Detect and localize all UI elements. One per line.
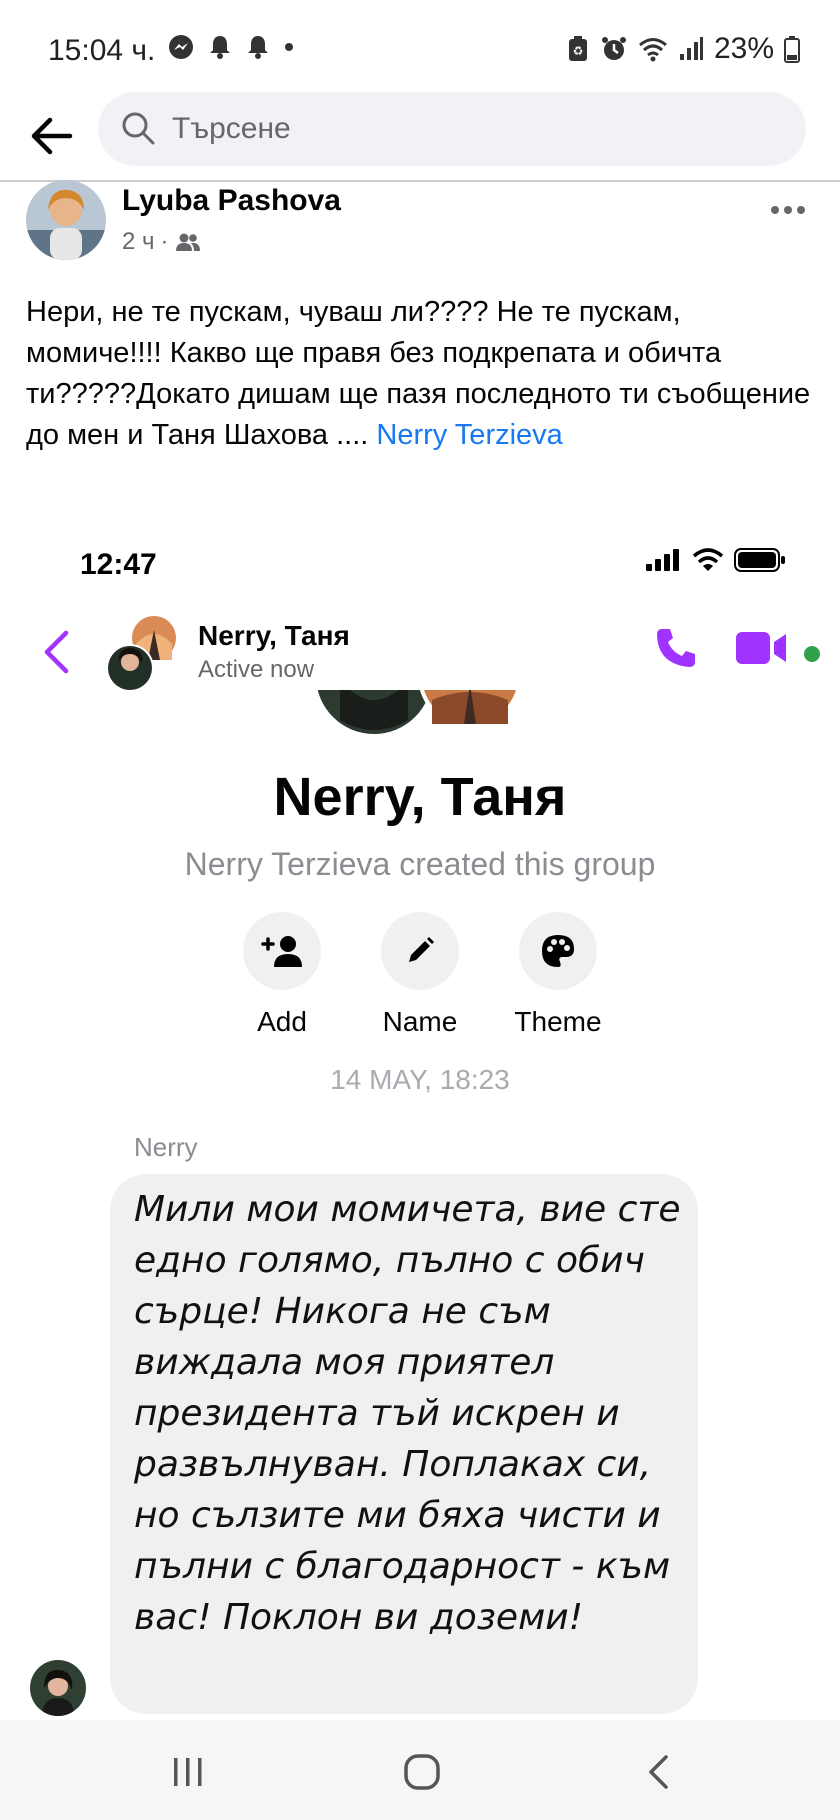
group-photo-large	[312, 690, 528, 746]
chevron-left-icon	[44, 630, 69, 674]
message-date: 14 MAY, 18:23	[330, 1064, 510, 1095]
wifi-icon	[692, 548, 724, 571]
message-text: Мили мои момичета, вие сте едно голямо, …	[134, 1189, 681, 1638]
group-avatars	[104, 614, 184, 694]
navigation-bar	[0, 1720, 840, 1820]
battery-icon	[734, 548, 785, 572]
search-input[interactable]: Търсене	[98, 92, 806, 166]
battery-saver-icon: ♻	[568, 36, 587, 61]
post-text: Нери, не те пускам, чуваш ли???? Не те п…	[26, 292, 816, 456]
more-options-button[interactable]	[770, 186, 806, 225]
post-time[interactable]: 2 ч	[122, 228, 155, 256]
palette-icon	[519, 912, 597, 990]
more-icon	[771, 206, 805, 214]
video-call-button[interactable]	[736, 630, 792, 671]
group-photo-image	[317, 690, 521, 734]
phone-icon	[657, 629, 695, 667]
signal-icon	[679, 37, 703, 60]
tagged-user-link[interactable]: Nerry Terzieva	[376, 419, 562, 451]
online-indicator	[804, 646, 820, 662]
back-button[interactable]	[22, 106, 82, 166]
meta-separator: ·	[160, 228, 169, 255]
friends-audience-icon	[175, 233, 200, 251]
name-group-action[interactable]: Name	[350, 912, 490, 1038]
battery-percent: 23%	[713, 32, 774, 65]
bell-icon	[210, 36, 230, 59]
sender-name: Nerry	[134, 1132, 198, 1162]
svg-text:♻: ♻	[573, 44, 584, 58]
bell-icon	[248, 36, 268, 59]
chat-active-status: Active now	[198, 656, 315, 683]
group-title: Nerry, Таня	[273, 767, 567, 827]
message-bubble[interactable]: Мили мои момичета, вие сте едно голямо, …	[110, 1174, 698, 1714]
nav-back-button[interactable]	[618, 1750, 698, 1794]
chat-back-button[interactable]	[42, 630, 70, 679]
notification-icons	[168, 34, 294, 60]
call-button[interactable]	[654, 626, 698, 675]
theme-label: Theme	[514, 1006, 602, 1037]
wifi-icon	[638, 38, 667, 62]
messenger-icon	[169, 35, 193, 59]
status-time: 15:04 ч.	[48, 34, 156, 67]
chat-name: Nerry, Таня	[198, 620, 350, 651]
group-avatar-image	[106, 616, 176, 692]
system-icons: ♻ 23%	[566, 32, 800, 66]
post-meta: 2 ч ·	[122, 228, 201, 256]
home-button[interactable]	[382, 1750, 462, 1794]
home-icon	[404, 1754, 440, 1790]
recent-apps-icon	[174, 1758, 202, 1786]
theme-action[interactable]: Theme	[488, 912, 628, 1038]
arrow-left-icon	[31, 117, 73, 155]
add-person-icon	[243, 912, 321, 990]
pencil-icon	[381, 912, 459, 990]
chevron-left-icon	[649, 1755, 668, 1789]
author-avatar[interactable]	[26, 180, 106, 260]
dot-icon	[285, 43, 293, 51]
group-created-text: Nerry Terzieva created this group	[184, 846, 656, 882]
alarm-icon	[601, 37, 626, 60]
search-header: Търсене	[0, 92, 840, 182]
search-placeholder: Търсене	[172, 112, 291, 145]
sender-avatar-image	[30, 1660, 86, 1716]
video-camera-icon	[736, 632, 786, 664]
signal-icon	[646, 549, 679, 571]
screenshot-status-icons	[646, 548, 786, 572]
divider	[0, 180, 840, 182]
author-name[interactable]: Lyuba Pashova	[122, 184, 341, 218]
screenshot-time: 12:47	[80, 548, 157, 581]
add-label: Add	[257, 1006, 307, 1037]
shared-screenshot[interactable]: 12:47 Nerry, Таня Active now Nerry, Таня…	[0, 510, 840, 1720]
sender-avatar	[30, 1660, 86, 1716]
recent-apps-button[interactable]	[148, 1750, 228, 1794]
add-member-action[interactable]: Add	[212, 912, 352, 1038]
status-bar: 15:04 ч. ♻ 23%	[0, 0, 840, 96]
search-icon	[122, 112, 155, 145]
battery-charging-icon	[784, 36, 800, 63]
avatar-image	[26, 180, 106, 260]
name-label: Name	[382, 1006, 458, 1037]
